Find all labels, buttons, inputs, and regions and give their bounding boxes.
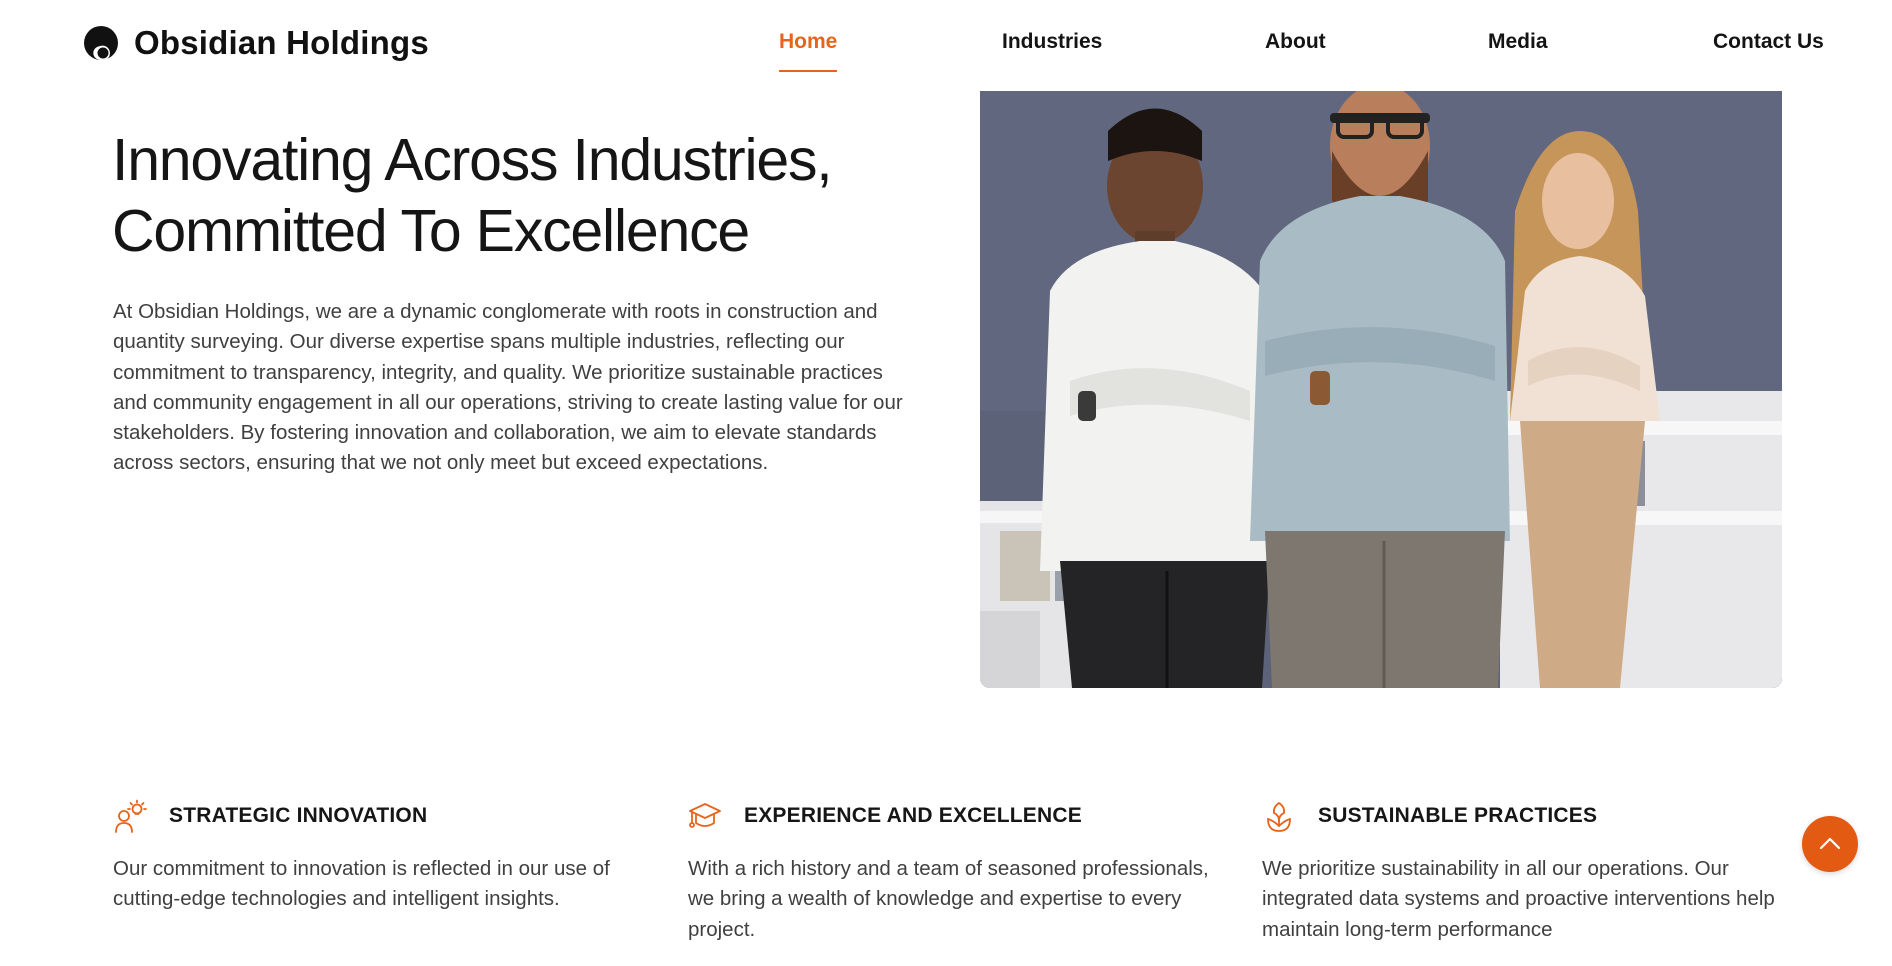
feature-header: EXPERIENCE AND EXCELLENCE (688, 798, 1228, 834)
nav-contact-label: Contact Us (1713, 30, 1824, 53)
hero-title: Innovating Across Industries, Committed … (112, 125, 932, 267)
feature-title: EXPERIENCE AND EXCELLENCE (744, 804, 1082, 827)
feature-description: Our commitment to innovation is reflecte… (113, 857, 610, 911)
nav-media-label: Media (1488, 30, 1548, 53)
hero-title-line-2: Committed To Excellence (112, 198, 750, 264)
nav-media[interactable]: Media (1488, 30, 1548, 54)
nav-about[interactable]: About (1265, 30, 1326, 54)
feature-strategic-innovation: STRATEGIC INNOVATION Our commitment to i… (113, 798, 653, 915)
nav-home-label: Home (779, 30, 838, 53)
feature-experience-excellence: EXPERIENCE AND EXCELLENCE With a rich hi… (688, 798, 1228, 945)
team-photo-illustration (980, 91, 1782, 688)
hero-description: At Obsidian Holdings, we are a dynamic c… (113, 300, 903, 475)
hero-title-line-1: Innovating Across Industries, (112, 127, 833, 193)
nav-active-underline (779, 70, 838, 72)
graduation-cap-icon (689, 803, 721, 828)
chevron-up-icon (1819, 837, 1841, 850)
hero-team-photo (980, 91, 1782, 688)
site-header: Obsidian Holdings Home Industries About … (0, 0, 1892, 90)
feature-description: We prioritize sustainability in all our … (1262, 857, 1775, 941)
nav-about-label: About (1265, 30, 1326, 53)
feature-description: With a rich history and a team of season… (688, 857, 1209, 941)
idea-person-icon (115, 799, 147, 833)
sprout-icon (1267, 802, 1291, 832)
feature-header: STRATEGIC INNOVATION (113, 798, 653, 834)
nav-industries-label: Industries (1002, 30, 1103, 53)
nav-contact[interactable]: Contact Us (1713, 30, 1824, 54)
feature-header: SUSTAINABLE PRACTICES (1262, 798, 1802, 834)
feature-title: SUSTAINABLE PRACTICES (1318, 804, 1598, 827)
feature-title: STRATEGIC INNOVATION (169, 804, 428, 827)
nav-industries[interactable]: Industries (1002, 30, 1102, 54)
scroll-to-top-button[interactable] (1802, 816, 1858, 872)
feature-sustainable-practices: SUSTAINABLE PRACTICES We prioritize sust… (1262, 798, 1802, 945)
main-nav: Home Industries About Media Contact Us (0, 30, 1892, 74)
nav-home[interactable]: Home (779, 30, 838, 72)
